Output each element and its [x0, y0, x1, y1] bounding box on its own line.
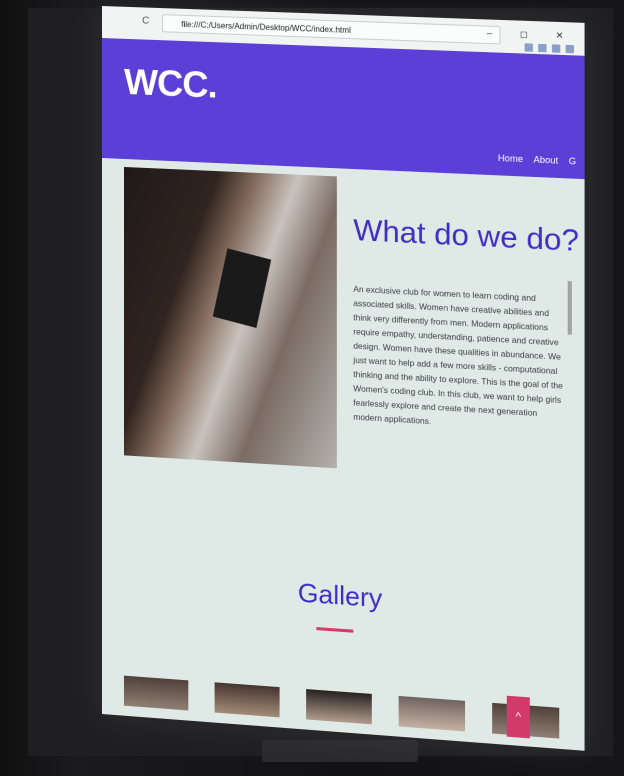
- section-description: An exclusive club for women to learn cod…: [353, 284, 563, 427]
- extension-icon[interactable]: [524, 43, 533, 52]
- extension-icon[interactable]: [551, 44, 561, 53]
- extension-icons[interactable]: [524, 43, 574, 54]
- nav-item-gallery[interactable]: G: [569, 156, 576, 167]
- scrollbar[interactable]: [567, 281, 572, 335]
- women-coding-photo: [123, 166, 337, 469]
- laptop-image: [212, 248, 272, 329]
- section-title: What do we do?: [353, 213, 580, 259]
- nav-item-home[interactable]: Home: [498, 153, 523, 164]
- gallery-underline: [316, 627, 354, 633]
- screen-stand: [262, 740, 418, 762]
- address-bar[interactable]: file:///C:/Users/Admin/Desktop/WCC/index…: [162, 14, 501, 45]
- gallery-thumbnail[interactable]: [398, 695, 466, 732]
- gallery-thumbnail[interactable]: [306, 689, 372, 725]
- gallery-title: Gallery: [297, 577, 383, 614]
- site-nav: Home About G: [498, 153, 576, 167]
- gallery-thumbnail[interactable]: [123, 675, 189, 711]
- reload-icon[interactable]: C: [142, 15, 152, 26]
- site-logo[interactable]: WCC.: [124, 61, 217, 107]
- extension-icon[interactable]: [538, 43, 547, 53]
- scroll-top-button[interactable]: ^: [506, 695, 530, 739]
- projected-webpage: C file:///C:/Users/Admin/Desktop/WCC/ind…: [102, 6, 585, 751]
- nav-item-about[interactable]: About: [533, 154, 558, 165]
- site-header: WCC. Home About G: [102, 38, 585, 180]
- extension-icon[interactable]: [565, 44, 574, 54]
- gallery-thumbnail[interactable]: [214, 682, 280, 718]
